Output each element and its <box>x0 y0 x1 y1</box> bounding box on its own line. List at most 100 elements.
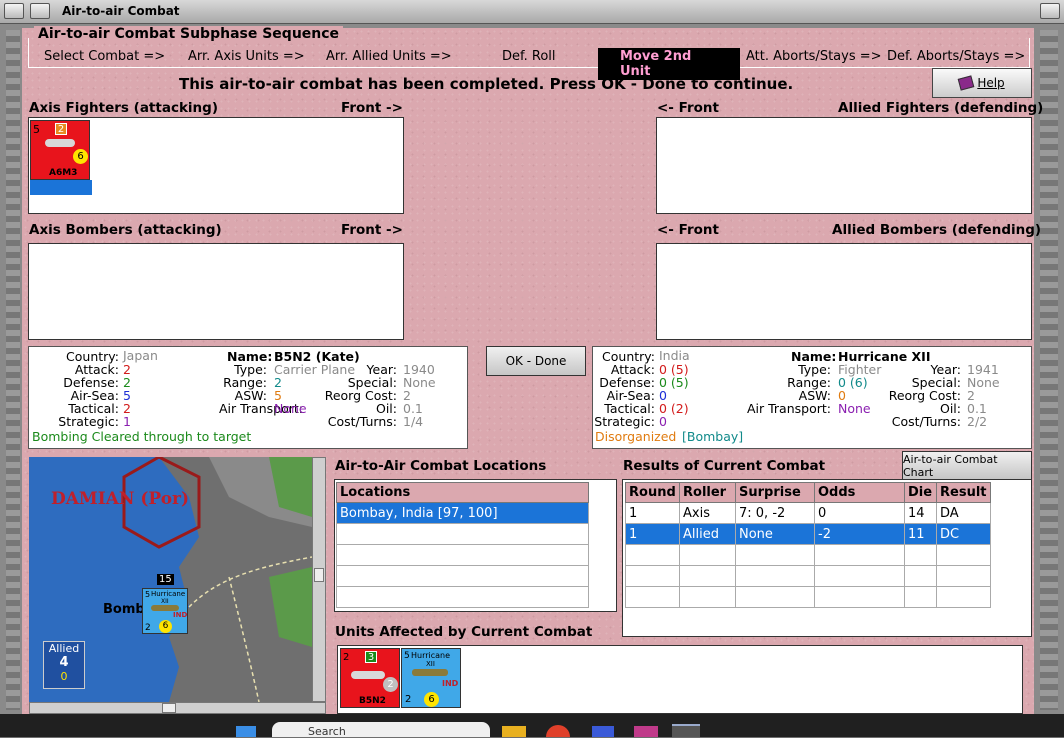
allied-bombers-box[interactable] <box>656 243 1032 340</box>
seq-step-def-roll: Def. Roll <box>502 49 556 64</box>
seq-step-def-aborts: Def. Aborts/Stays => <box>887 49 1026 64</box>
cell: 7: 0, -2 <box>735 502 815 524</box>
results-row[interactable] <box>625 565 991 587</box>
label-strategic: Strategic: <box>58 414 119 429</box>
map-vertical-scrollbar[interactable] <box>312 457 326 702</box>
map-h-thumb[interactable] <box>162 703 176 713</box>
location-row[interactable] <box>336 586 589 608</box>
axis-bombers-front: Front -> <box>341 222 403 238</box>
left-border <box>6 30 20 710</box>
label-strategic: Strategic: <box>594 414 655 429</box>
map-stack-count: 15 <box>157 574 174 585</box>
game-icon[interactable] <box>634 726 658 737</box>
minimize-button[interactable] <box>30 3 50 19</box>
cell: 1 <box>625 523 680 545</box>
help-button[interactable]: Help <box>932 68 1032 98</box>
map-city-label: Bomb <box>103 602 145 617</box>
seq-step-select-combat: Select Combat => <box>44 49 166 64</box>
mc-model: XII <box>161 598 169 605</box>
au1-name: B5N2 <box>359 696 386 706</box>
cell: -2 <box>814 523 905 545</box>
axis-fighters-front: Front -> <box>341 100 403 116</box>
au2-circle: 6 <box>424 692 439 707</box>
value-type: Carrier Plane <box>274 362 356 377</box>
chrome-icon[interactable] <box>546 725 570 737</box>
au2-model: XII <box>426 660 435 668</box>
au1-top: 3 <box>365 651 377 663</box>
cell: Allied <box>679 523 736 545</box>
allied-fighters-box[interactable] <box>656 117 1032 214</box>
cell: None <box>735 523 815 545</box>
axis-unit-info: Country: Japan Attack: 2 Defense: 2 Air-… <box>28 346 468 449</box>
file-explorer-icon[interactable] <box>502 726 526 737</box>
mc-circle: 6 <box>159 620 172 633</box>
location-row[interactable] <box>336 565 589 587</box>
cell: 1 <box>625 502 680 524</box>
counter-name: A6M3 <box>49 168 78 178</box>
axis-bombers-box[interactable] <box>28 243 404 340</box>
active-app-icon[interactable] <box>672 724 700 737</box>
side-label: Allied <box>48 642 80 655</box>
location-cell: Bombay, India [97, 100] <box>336 502 589 524</box>
locations-title: Air-to-Air Combat Locations <box>335 458 547 474</box>
value-strategic: 1 <box>123 414 131 429</box>
results-row[interactable] <box>625 586 991 608</box>
cell: 11 <box>904 523 937 545</box>
col-round: Round <box>625 482 680 503</box>
combat-chart-button[interactable]: Air-to-air Combat Chart <box>902 451 1032 480</box>
location-row[interactable] <box>336 523 589 545</box>
axis-fighter-counter-a6m3[interactable]: 5 2 6 A6M3 <box>30 120 90 180</box>
counter-band <box>30 180 92 195</box>
location-cell <box>336 565 589 587</box>
counter-top-num: 2 <box>55 123 67 135</box>
affected-unit-hurricane[interactable]: 5 Hurricane XII IND 2 6 <box>401 648 461 708</box>
allied-side-indicator: Allied 4 0 <box>43 641 85 689</box>
value-cost: 2/2 <box>967 414 988 429</box>
value-airtransport: None <box>274 401 307 416</box>
side-sub: 0 <box>60 670 68 683</box>
axis-bombers-title: Axis Bombers (attacking) <box>29 222 222 238</box>
value-strategic: 0 <box>659 414 667 429</box>
value-cost: 1/4 <box>403 414 424 429</box>
map-v-thumb[interactable] <box>314 568 324 582</box>
map-horizontal-scrollbar[interactable] <box>29 702 326 714</box>
au1-left: 2 <box>343 652 350 663</box>
results-row[interactable]: 1 Axis 7: 0, -2 0 14 DA <box>625 502 991 524</box>
mc-tag: IND <box>173 611 188 619</box>
value-country: Japan <box>123 348 158 363</box>
seq-step-arr-allied: Arr. Allied Units => <box>326 49 452 64</box>
close-button[interactable] <box>1040 3 1060 19</box>
sequence-title: Air-to-air Combat Subphase Sequence <box>34 26 344 42</box>
label-airtransport: Air Transport: <box>746 401 831 416</box>
map-region-label: DAMIAN (Por) <box>51 489 190 509</box>
mc-left: 5 <box>145 590 151 599</box>
affected-title: Units Affected by Current Combat <box>335 624 593 640</box>
locations-header: Locations <box>336 482 589 503</box>
results-row[interactable] <box>625 544 991 566</box>
ok-done-button[interactable]: OK - Done <box>486 346 586 376</box>
affected-panel: 2 3 2 B5N2 5 Hurricane XII IND 2 6 <box>337 645 1023 714</box>
locations-panel: Locations Bombay, India [97, 100] <box>334 479 617 612</box>
au2-tag: IND <box>442 679 459 688</box>
affected-unit-b5n2[interactable]: 2 3 2 B5N2 <box>340 648 400 708</box>
results-row[interactable]: 1 Allied None -2 11 DC <box>625 523 991 545</box>
allied-bombers-title: Allied Bombers (defending) <box>832 222 1042 238</box>
location-row[interactable] <box>336 544 589 566</box>
au2-left: 5 <box>404 651 410 661</box>
allied-bombers-front: <- Front <box>657 222 719 238</box>
system-menu-button[interactable] <box>4 3 24 19</box>
taskbar-search[interactable]: Search <box>272 722 490 738</box>
location-row[interactable]: Bombay, India [97, 100] <box>336 502 589 524</box>
map-counter-hurricane[interactable]: 5 Hurricane XII IND 2 6 <box>142 588 188 634</box>
au2-bottom: 2 <box>405 694 412 705</box>
allied-status-location: [Bombay] <box>682 429 744 444</box>
axis-fighters-title: Axis Fighters (attacking) <box>29 100 218 116</box>
seq-step-att-aborts: Att. Aborts/Stays => <box>746 49 882 64</box>
status-message: This air-to-air combat has been complete… <box>179 75 794 93</box>
cell: 0 <box>814 502 905 524</box>
cell: Axis <box>679 502 736 524</box>
app-icon[interactable] <box>592 726 614 737</box>
allied-fighters-front: <- Front <box>657 100 719 116</box>
windows-start-icon[interactable] <box>236 726 256 737</box>
mini-map[interactable]: DAMIAN (Por) Bomb 15 5 Hurricane XII IND… <box>29 457 312 702</box>
